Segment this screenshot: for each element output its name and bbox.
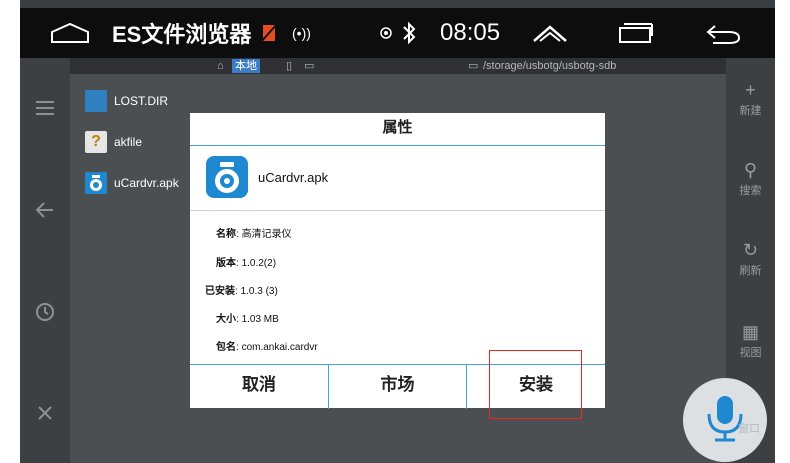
prop-size: 大小: 1.03 MB (216, 314, 279, 325)
folder-icon (85, 90, 107, 112)
status-bar: ES文件浏览器 (•)) 08:05 (20, 8, 775, 58)
storage-icon[interactable]: ▭ (304, 59, 314, 73)
cancel-button[interactable]: 取消 (190, 365, 328, 409)
current-path[interactable]: /storage/usbotg/usbotg-sdb (483, 59, 616, 73)
search-label: 搜索 (739, 185, 762, 197)
menu-icon[interactable] (20, 98, 70, 121)
app-icon (206, 156, 248, 198)
app-header: uCardvr.apk (190, 146, 605, 210)
file-name: uCardvr.apk (114, 176, 179, 190)
local-tab[interactable]: 本地 (232, 59, 260, 73)
path-bar: ⌂ 本地 ▯ ▭ ▭ /storage/usbotg/usbotg-sdb (70, 58, 726, 74)
history-icon[interactable] (20, 302, 70, 328)
phone-icon[interactable]: ▯ (286, 59, 292, 73)
prop-label: 包名 (216, 342, 236, 353)
home-path-icon[interactable]: ⌂ (217, 59, 224, 73)
app-name: uCardvr.apk (258, 170, 329, 185)
view-label: 视图 (739, 347, 762, 359)
new-button[interactable]: + 新建 (726, 80, 775, 118)
prop-version: 版本: 1.0.2(2) (216, 258, 277, 269)
chevron-up-icon[interactable] (532, 8, 568, 58)
list-item[interactable]: uCardvr.apk (85, 171, 179, 195)
unknown-file-icon: ? (85, 131, 107, 153)
search-button[interactable]: ⚲ 搜索 (726, 160, 775, 198)
folder-path-icon: ▭ (468, 60, 479, 72)
device-screen: ES文件浏览器 (•)) 08:05 ⌂ 本地 ▯ ▭ ▭ /storage/u… (20, 0, 775, 463)
prop-name: 名称: 高清记录仪 (216, 229, 292, 240)
back-icon[interactable] (705, 8, 741, 58)
window-label: 窗口 (738, 423, 760, 435)
prop-value: com.ankai.cardvr (241, 342, 318, 353)
file-name: akfile (114, 135, 143, 149)
arrow-left-icon[interactable] (20, 201, 70, 224)
file-name: LOST.DIR (114, 94, 169, 108)
prop-label: 大小 (216, 314, 236, 325)
view-button[interactable]: ▦ 视图 (726, 322, 775, 360)
divider (190, 210, 605, 211)
search-icon: ⚲ (743, 160, 758, 180)
prop-value: 1.03 MB (241, 314, 279, 325)
install-highlight-box (489, 350, 582, 419)
bluetooth-icon (402, 8, 416, 58)
refresh-icon: ↻ (742, 240, 759, 260)
broadcast-icon: (•)) (292, 25, 311, 41)
plus-icon: + (745, 80, 756, 100)
home-icon[interactable] (50, 8, 90, 58)
grid-icon: ▦ (741, 322, 759, 342)
prop-value: 1.0.3 (3) (240, 286, 278, 297)
refresh-button[interactable]: ↻ 刷新 (726, 240, 775, 278)
list-item[interactable]: LOST.DIR (85, 89, 168, 113)
prop-label: 已安装 (205, 286, 235, 297)
prop-package: 包名: com.ankai.cardvr (216, 342, 318, 353)
new-label: 新建 (739, 105, 762, 117)
list-item[interactable]: ? akfile (85, 130, 142, 154)
prop-value: 高清记录仪 (241, 229, 292, 240)
market-button[interactable]: 市场 (329, 365, 466, 409)
apk-icon (85, 172, 107, 194)
app-title: ES文件浏览器 (112, 22, 252, 47)
prop-installed: 已安装: 1.0.3 (3) (205, 286, 278, 297)
left-nav (20, 58, 70, 463)
clock: 08:05 (440, 19, 501, 46)
dialog-title: 属性 (190, 113, 605, 146)
mute-icon (260, 8, 278, 58)
prop-value: 1.0.2(2) (241, 258, 277, 269)
recent-apps-icon[interactable] (618, 8, 654, 58)
close-icon[interactable] (20, 404, 70, 427)
hotspot-icon (378, 8, 394, 58)
refresh-label: 刷新 (739, 265, 762, 277)
prop-label: 名称 (216, 229, 236, 240)
prop-label: 版本 (216, 258, 236, 269)
